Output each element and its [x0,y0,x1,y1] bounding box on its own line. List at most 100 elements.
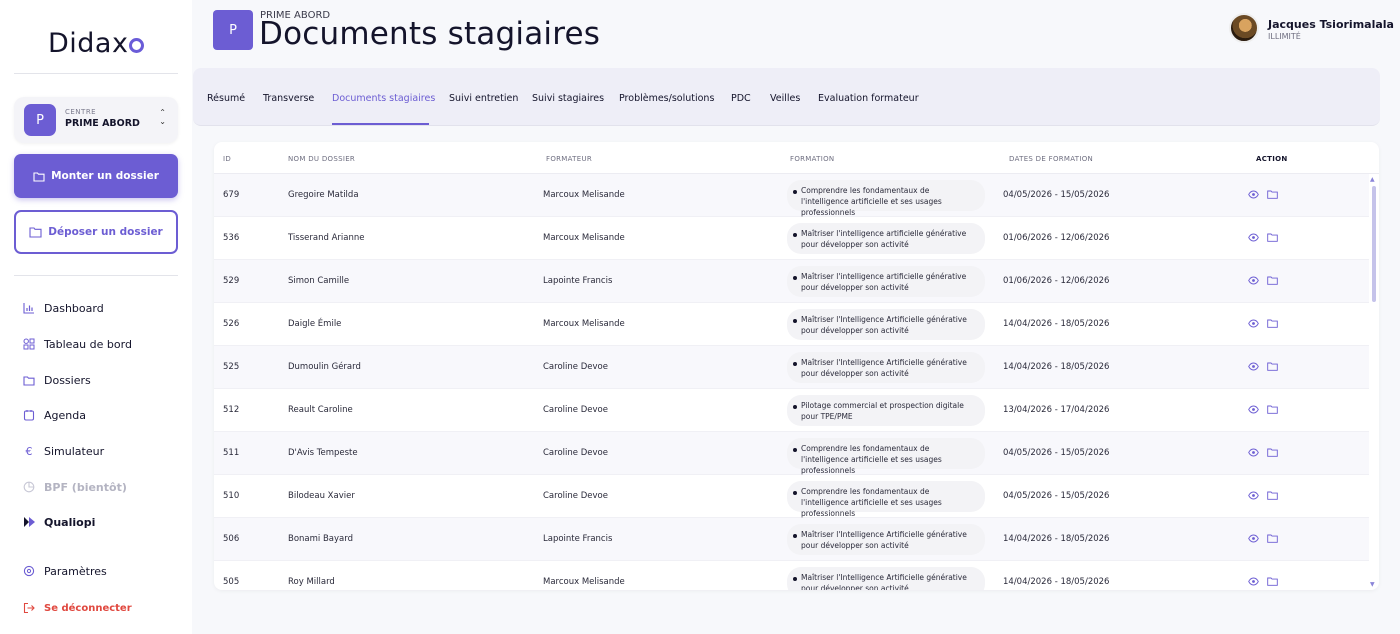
table-row[interactable]: 526 Daigle Émile Marcoux Melisande Maîtrise… [214,303,1369,346]
table-row[interactable]: 510 Bilodeau Xavier Caroline Devoe Comprend… [214,475,1369,518]
scroll-down-arrow-icon[interactable]: ▼ [1370,581,1375,588]
table-row[interactable]: 525 Dumoulin Gérard Caroline Devoe Maîtrise… [214,346,1369,389]
open-folder-icon[interactable] [1267,577,1278,586]
sidebar-item-label: Tableau de bord [44,337,132,351]
sidebar-item-parametres[interactable]: Paramètres [22,560,182,582]
open-folder-icon[interactable] [1267,448,1278,457]
column-header-formateur: FORMATEUR [546,155,593,163]
view-eye-icon[interactable] [1248,233,1259,242]
sidebar-item-tableau-de-bord[interactable]: Tableau de bord [22,333,182,355]
formation-pill: Maîtriser l'intelligence artificielle gé… [787,223,985,254]
cell-formateur: Caroline Devoe [543,448,608,458]
column-header-action: ACTION [1256,155,1288,163]
tab-documents-stagiaires[interactable]: Documents stagiaires [332,93,435,104]
cell-id: 510 [223,491,240,501]
logout-icon [22,601,36,615]
cell-formateur: Caroline Devoe [543,491,608,501]
view-eye-icon[interactable] [1248,319,1259,328]
cell-dates: 04/05/2026 - 15/05/2026 [1003,491,1110,501]
view-eye-icon[interactable] [1248,534,1259,543]
deposer-dossier-button[interactable]: Déposer un dossier [14,210,178,254]
tab-pdc[interactable]: PDC [731,93,751,104]
table-row[interactable]: 529 Simon Camille Lapointe Francis Maîtrise… [214,260,1369,303]
view-eye-icon[interactable] [1248,276,1259,285]
scroll-up-arrow-icon[interactable]: ▲ [1370,176,1375,183]
tab-veilles[interactable]: Veilles [770,93,800,104]
formation-pill: Maîtriser l'intelligence artificielle gé… [787,266,985,297]
table-row[interactable]: 511 D'Avis Tempeste Caroline Devoe Comprend… [214,432,1369,475]
cell-formateur: Marcoux Melisande [543,233,625,243]
cell-nom: Tisserand Arianne [288,233,365,243]
tab-evaluation-formateur[interactable]: Evaluation formateur [818,93,919,104]
centre-selector[interactable]: P CENTRE PRIME ABORD ⌃ ⌄ [14,97,178,143]
tab-suivi-entretien[interactable]: Suivi entretien [449,93,518,104]
row-actions [1248,276,1278,285]
logo[interactable]: Didax [48,28,145,59]
open-folder-icon[interactable] [1267,405,1278,414]
table-row[interactable]: 536 Tisserand Arianne Marcoux Melisande Maî… [214,217,1369,260]
divider [14,73,178,74]
cell-formateur: Caroline Devoe [543,405,608,415]
cell-dates: 14/04/2026 - 18/05/2026 [1003,577,1110,587]
view-eye-icon[interactable] [1248,448,1259,457]
centre-badge: P [24,104,56,136]
sidebar-item-qualiopi[interactable]: Qualiopi [22,511,182,533]
table-row[interactable]: 506 Bonami Bayard Lapointe Francis Maîtrise… [214,518,1369,561]
table-row[interactable]: 679 Gregoire Matilda Marcoux Melisande Comp… [214,174,1369,217]
formation-pill: Maîtriser l'Intelligence Artificielle gé… [787,524,985,555]
view-eye-icon[interactable] [1248,577,1259,586]
active-tab-indicator [332,123,429,125]
open-folder-icon[interactable] [1267,491,1278,500]
view-eye-icon[interactable] [1248,405,1259,414]
cell-dates: 13/04/2026 - 17/04/2026 [1003,405,1110,415]
scrollbar-thumb[interactable] [1372,186,1376,302]
column-header-formation: FORMATION [790,155,835,163]
view-eye-icon[interactable] [1248,491,1259,500]
cell-formateur: Lapointe Francis [543,534,613,544]
formation-pill: Pilotage commercial et prospection digit… [787,395,985,426]
tab-transverse[interactable]: Transverse [263,93,314,104]
sidebar-item-dashboard[interactable]: Dashboard [22,297,182,319]
sidebar-item-simulateur[interactable]: € Simulateur [22,440,182,462]
tab-resume[interactable]: Résumé [207,93,245,104]
view-eye-icon[interactable] [1248,362,1259,371]
cell-formateur: Lapointe Francis [543,276,613,286]
row-actions [1248,319,1278,328]
column-header-dates: DATES DE FORMATION [1009,155,1094,163]
cell-formateur: Caroline Devoe [543,362,608,372]
avatar[interactable] [1229,13,1259,43]
open-folder-icon[interactable] [1267,534,1278,543]
user-name: Jacques Tsiorimalala [1268,18,1394,31]
monter-dossier-button[interactable]: Monter un dossier [14,154,178,198]
tab-suivi-stagiaires[interactable]: Suivi stagiaires [532,93,604,104]
open-folder-icon[interactable] [1267,190,1278,199]
open-folder-icon[interactable] [1267,233,1278,242]
open-folder-icon[interactable] [1267,319,1278,328]
table-row[interactable]: 512 Reault Caroline Caroline Devoe Pilotage… [214,389,1369,432]
sidebar-item-agenda[interactable]: Agenda [22,404,182,426]
open-folder-icon[interactable] [1267,362,1278,371]
cell-nom: Daigle Émile [288,319,342,329]
sidebar-item-label: Paramètres [44,564,107,578]
row-actions [1248,577,1278,586]
tab-bar: Résumé Transverse Documents stagiaires S… [193,68,1380,126]
sidebar-item-label: Agenda [44,408,86,422]
tab-problemes-solutions[interactable]: Problèmes/solutions [619,93,714,104]
sidebar-item-logout[interactable]: Se déconnecter [22,597,182,619]
cell-nom: Simon Camille [288,276,350,286]
open-folder-icon[interactable] [1267,276,1278,285]
formation-pill: Maîtriser l'Intelligence Artificielle gé… [787,352,985,383]
sidebar-item-dossiers[interactable]: Dossiers [22,369,182,391]
user-role: ILLIMITÉ [1268,32,1301,41]
cell-dates: 14/04/2026 - 18/05/2026 [1003,362,1110,372]
divider [14,275,178,276]
sidebar-item-label: Simulateur [44,444,105,458]
view-eye-icon[interactable] [1248,190,1259,199]
folder-icon [22,373,36,387]
table-row[interactable]: 505 Roy Millard Marcoux Melisande Maîtriser… [214,561,1369,590]
row-actions [1248,362,1278,371]
monter-dossier-label: Monter un dossier [51,170,159,182]
column-header-nom: NOM DU DOSSIER [288,155,356,163]
cell-dates: 14/04/2026 - 18/05/2026 [1003,319,1110,329]
formation-pill: Maîtriser l'Intelligence Artificielle gé… [787,567,985,590]
